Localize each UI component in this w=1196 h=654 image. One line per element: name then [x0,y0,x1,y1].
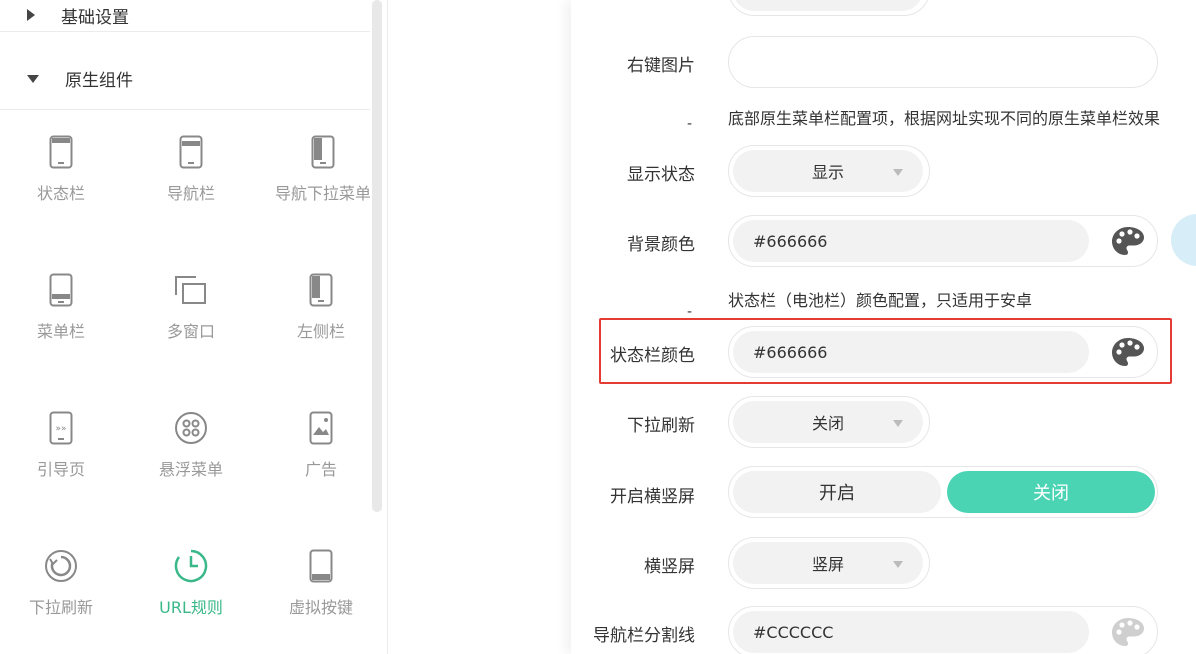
nav-divider-label: 导航栏分割线 [593,626,695,646]
component-label: 左侧栏 [296,322,345,341]
right-click-image-label: 右键图片 [627,56,695,76]
phone-leftbar-icon [301,270,341,310]
section-basic-settings[interactable]: 基础设置 [0,0,370,32]
component-label: 导航下拉菜单 [274,184,370,203]
nav-divider-input[interactable]: #CCCCCC [728,606,1158,654]
statusbar-hint: 状态栏（电池栏）颜色配置，只适用于安卓 [728,291,1033,310]
orientation-select[interactable]: 竖屏 [728,537,930,589]
phone-menubar-icon [41,270,81,310]
phone-navbar-icon [171,132,211,172]
caret-right-icon [27,9,35,21]
orientation-toggle: 开启 关闭 [728,466,1158,518]
component-label: 悬浮菜单 [158,460,223,479]
component-label: 多窗口 [166,322,215,341]
component-statusbar[interactable]: 状态栏 [0,132,126,242]
bottom-menu-hint: 底部原生菜单栏配置项，根据网址实现不同的原生菜单栏效果 [728,109,1161,128]
component-floating-menu[interactable]: 悬浮菜单 [126,408,256,518]
phone-guide-icon: »» [41,408,81,448]
component-menubar[interactable]: 菜单栏 [0,270,126,380]
dropdown-arrow-icon [893,561,903,568]
component-navbar[interactable]: 导航栏 [126,132,256,242]
orientation-off-option[interactable]: 关闭 [947,471,1155,513]
component-sidebar: 基础设置 原生组件 状态栏 导航栏 导航下拉菜单 菜单栏 多窗口 左侧栏 »» … [0,0,370,654]
component-label: 导航栏 [166,184,215,203]
component-label: 菜单栏 [36,322,85,341]
phone-statusbar-icon [41,132,81,172]
palette-icon[interactable] [1111,617,1145,649]
component-nav-dropdown[interactable]: 导航下拉菜单 [256,132,370,242]
component-label: 虚拟按键 [288,598,353,617]
component-leftbar[interactable]: 左侧栏 [256,270,370,380]
orientation-label: 横竖屏 [644,557,695,577]
pull-refresh-label: 下拉刷新 [627,416,695,436]
floating-menu-icon [171,408,211,448]
dropdown-arrow-icon [893,420,903,427]
phone-ad-icon [301,408,341,448]
component-label: 广告 [304,460,337,479]
component-guide[interactable]: »» 引导页 [0,408,126,518]
bg-color-value: #666666 [733,220,1089,262]
cropped-select[interactable] [728,0,930,16]
section-title: 基础设置 [61,7,129,28]
clock-icon [171,546,211,586]
highlight-box [599,318,1172,384]
component-virtual-key[interactable]: 虚拟按键 [256,546,370,654]
svg-text:»»: »» [55,424,66,434]
cropped-select-inner [733,0,923,11]
orientation-toggle-label: 开启横竖屏 [610,487,695,507]
nav-divider-value: #CCCCCC [733,611,1089,653]
component-label: 状态栏 [36,184,85,203]
phone-dropdown-icon [303,132,343,172]
bg-color-input[interactable]: #666666 [728,215,1158,267]
component-label: 下拉刷新 [28,598,93,617]
component-url-rule[interactable]: URL规则 [126,546,256,654]
refresh-icon [41,546,81,586]
display-state-select[interactable]: 显示 [728,145,930,197]
component-label: 引导页 [36,460,85,479]
sidebar-scrollbar[interactable] [372,0,382,512]
section-native-components[interactable]: 原生组件 [0,48,370,110]
phone-virtual-key-icon [301,546,341,586]
component-pull-refresh[interactable]: 下拉刷新 [0,546,126,654]
dash-marker: - [687,116,693,132]
dropdown-arrow-icon [893,169,903,176]
component-label: URL规则 [159,598,223,617]
caret-down-icon [27,74,39,83]
bg-color-label: 背景颜色 [627,235,695,255]
sidebar-divider [387,0,388,654]
pull-refresh-select[interactable]: 关闭 [728,396,930,448]
section-title: 原生组件 [65,71,133,91]
right-click-image-input[interactable] [728,36,1158,88]
palette-icon[interactable] [1111,226,1145,258]
component-ad[interactable]: 广告 [256,408,370,518]
component-multi-window[interactable]: 多窗口 [126,270,256,380]
multi-window-icon [171,270,211,310]
orientation-on-option[interactable]: 开启 [733,471,941,513]
display-state-label: 显示状态 [627,165,695,185]
